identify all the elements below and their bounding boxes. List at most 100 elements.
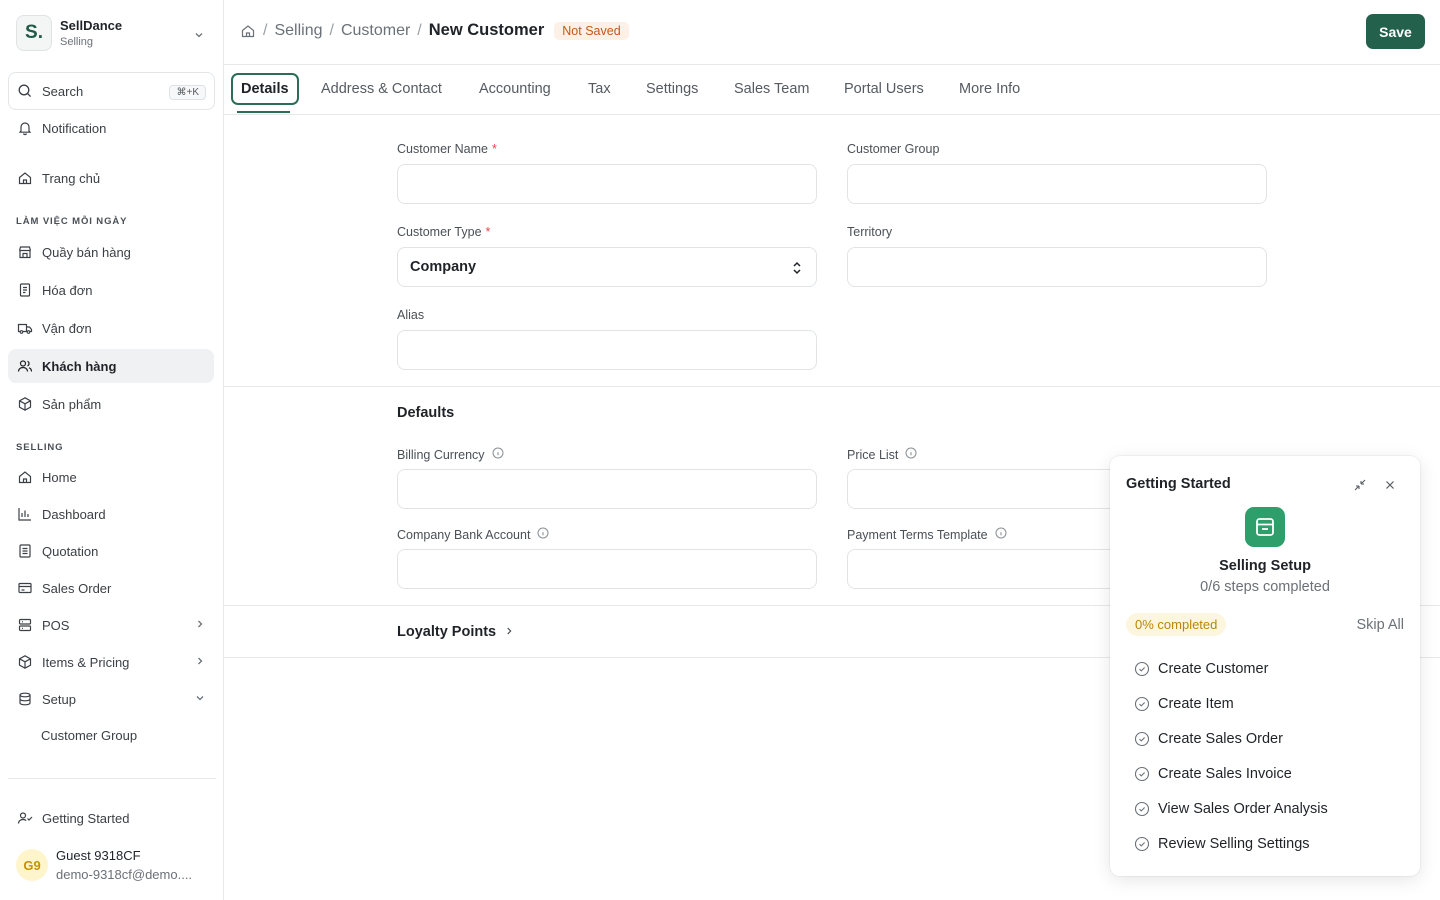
step-create-sales-order[interactable]: Create Sales Order: [1134, 731, 1283, 747]
sidebar-item-label: Getting Started: [42, 810, 130, 826]
brand-name: SellDance: [60, 18, 123, 33]
step-create-item[interactable]: Create Item: [1134, 696, 1234, 712]
save-button[interactable]: Save: [1366, 14, 1425, 49]
breadcrumb-separator: /: [417, 21, 422, 39]
step-label: Create Customer: [1158, 661, 1269, 677]
step-label: Create Item: [1158, 696, 1234, 712]
section-header-selling: SELLING: [16, 442, 64, 453]
search-icon: [17, 83, 33, 99]
step-label: Review Selling Settings: [1158, 836, 1310, 852]
customer-type-label: Customer Type *: [397, 225, 490, 239]
page-title: New Customer: [428, 21, 545, 39]
sidebar-item-quay-ban-hang[interactable]: Quầy bán hàng: [8, 235, 214, 269]
sidebar-item-label: Notification: [42, 120, 107, 136]
sidebar-item-dashboard[interactable]: Dashboard: [8, 497, 214, 531]
brand-logo: S.: [16, 15, 52, 51]
document-icon: [17, 543, 33, 559]
receipt-icon: [17, 282, 33, 298]
info-icon[interactable]: [995, 527, 1007, 542]
sidebar-item-label: Items & Pricing: [42, 654, 130, 670]
selling-setup-icon: [1245, 507, 1285, 547]
field-label: Customer Type: [397, 225, 482, 239]
panel-title: Getting Started: [1126, 476, 1231, 492]
customer-type-select[interactable]: Company: [397, 247, 817, 287]
sidebar-item-setup[interactable]: Setup: [8, 682, 214, 716]
tab-details[interactable]: Details: [231, 73, 299, 105]
info-icon[interactable]: [492, 447, 504, 462]
tab-settings[interactable]: Settings: [646, 81, 698, 97]
step-view-sales-order-analysis[interactable]: View Sales Order Analysis: [1134, 801, 1328, 817]
user-name: Guest 9318CF: [56, 848, 141, 863]
users-icon: [17, 358, 33, 374]
sidebar-item-pos[interactable]: POS: [8, 608, 214, 642]
sidebar-item-sales-order[interactable]: Sales Order: [8, 571, 214, 605]
brand-subtitle: Selling: [60, 36, 94, 48]
breadcrumb-selling[interactable]: Selling: [274, 22, 322, 40]
field-label: Billing Currency: [397, 447, 485, 462]
billing-currency-label: Billing Currency: [397, 447, 504, 462]
check-circle-icon: [1134, 836, 1150, 852]
sidebar-item-home[interactable]: Home: [8, 460, 214, 494]
close-icon[interactable]: [1382, 477, 1398, 496]
tab-more-info[interactable]: More Info: [959, 81, 1020, 97]
customer-group-field[interactable]: [847, 164, 1267, 204]
customer-type-value: Company: [410, 259, 477, 275]
store-icon: [17, 244, 33, 260]
server-icon: [17, 617, 33, 633]
user-check-icon: [17, 810, 33, 826]
sidebar-item-label: Quầy bán hàng: [42, 244, 131, 260]
tab-sales-team[interactable]: Sales Team: [734, 81, 810, 97]
step-create-customer[interactable]: Create Customer: [1134, 661, 1268, 677]
section-toggle-loyalty-points[interactable]: Loyalty Points: [397, 624, 514, 640]
required-mark: *: [485, 225, 491, 239]
sidebar-subitem-customer-group[interactable]: Customer Group: [41, 728, 137, 743]
tab-accounting[interactable]: Accounting: [479, 81, 551, 97]
company-bank-account-field[interactable]: [397, 549, 817, 589]
info-icon[interactable]: [905, 447, 917, 462]
sidebar-item-khach-hang[interactable]: Khách hàng: [8, 349, 214, 383]
territory-field[interactable]: [847, 247, 1267, 287]
bar-chart-icon: [17, 506, 33, 522]
minimize-icon[interactable]: [1352, 477, 1368, 496]
user-email: demo-9318cf@demo....: [56, 867, 193, 882]
sidebar-item-label: Hóa đơn: [42, 282, 93, 298]
sidebar-item-label: Setup: [42, 691, 76, 707]
home-icon[interactable]: [240, 23, 256, 39]
tab-address-contact[interactable]: Address & Contact: [321, 81, 442, 97]
sidebar-item-getting-started[interactable]: Getting Started: [8, 801, 214, 835]
tab-active-indicator: [237, 111, 290, 113]
brand-switcher[interactable]: S. SellDance Selling: [8, 8, 215, 58]
user-menu[interactable]: G9 Guest 9318CF demo-9318cf@demo....: [16, 848, 192, 882]
sidebar-divider: [8, 778, 216, 779]
search-button[interactable]: Search ⌘+K: [8, 72, 215, 110]
sidebar-item-items-pricing[interactable]: Items & Pricing: [8, 645, 214, 679]
skip-all-button[interactable]: Skip All: [1356, 617, 1404, 633]
territory-label: Territory: [847, 225, 893, 239]
tab-tax[interactable]: Tax: [588, 81, 611, 97]
sidebar-item-san-pham[interactable]: Sản phẩm: [8, 387, 214, 421]
tab-portal-users[interactable]: Portal Users: [844, 81, 924, 97]
required-mark: *: [492, 142, 497, 156]
chevron-right-icon: [504, 624, 514, 640]
sidebar-item-label: Sales Order: [42, 580, 112, 596]
section-title-loyalty-points: Loyalty Points: [397, 624, 497, 640]
step-review-selling-settings[interactable]: Review Selling Settings: [1134, 836, 1310, 852]
billing-currency-field[interactable]: [397, 469, 817, 509]
info-icon[interactable]: [537, 527, 549, 542]
sidebar-item-van-don[interactable]: Vận đơn: [8, 311, 214, 345]
sidebar-item-label: Dashboard: [42, 506, 106, 522]
sidebar-item-trang-chu[interactable]: Trang chủ: [8, 161, 214, 195]
chevron-right-icon: [194, 655, 206, 670]
breadcrumb-customer[interactable]: Customer: [341, 22, 410, 40]
sidebar-item-notification[interactable]: Notification: [8, 111, 214, 145]
sidebar-item-quotation[interactable]: Quotation: [8, 534, 214, 568]
customer-name-field[interactable]: [397, 164, 817, 204]
sidebar-item-hoa-don[interactable]: Hóa đơn: [8, 273, 214, 307]
step-label: Create Sales Invoice: [1158, 766, 1292, 782]
price-list-label: Price List: [847, 447, 917, 462]
chevron-right-icon: [194, 618, 206, 633]
sidebar-item-label: Home: [42, 469, 77, 485]
alias-field[interactable]: [397, 330, 817, 370]
check-circle-icon: [1134, 766, 1150, 782]
step-create-sales-invoice[interactable]: Create Sales Invoice: [1134, 766, 1292, 782]
